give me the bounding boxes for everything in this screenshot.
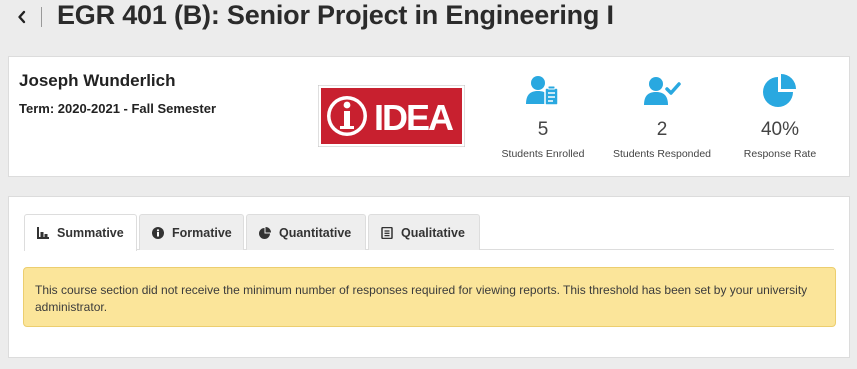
info-circle-icon xyxy=(152,226,164,239)
report-tabs: Summative Formative Quantitative Qualita… xyxy=(24,214,834,251)
back-button[interactable] xyxy=(12,6,32,28)
response-rate-value: 40% xyxy=(760,119,800,140)
document-icon xyxy=(381,226,393,239)
stat-response-rate: 40% Response Rate xyxy=(715,73,845,160)
idea-logo: IDEA xyxy=(318,85,465,147)
students-responded-icon xyxy=(644,77,681,105)
students-enrolled-icon xyxy=(526,76,559,106)
response-rate-pie-icon xyxy=(763,74,796,107)
tab-formative[interactable]: Formative xyxy=(139,214,244,250)
students-responded-label: Students Responded xyxy=(612,148,712,160)
course-info-card: Joseph Wunderlich Term: 2020-2021 - Fall… xyxy=(8,56,850,177)
students-enrolled-value: 5 xyxy=(537,119,549,140)
tab-summative[interactable]: Summative xyxy=(24,214,137,251)
tab-qualitative-label: Qualitative xyxy=(401,225,465,240)
stat-students-enrolled: 5 Students Enrolled xyxy=(478,73,608,160)
tab-qualitative[interactable]: Qualitative xyxy=(368,214,480,250)
tab-quantitative-label: Quantitative xyxy=(279,225,352,240)
students-responded-value: 2 xyxy=(656,119,668,140)
instructor-name: Joseph Wunderlich xyxy=(19,71,176,90)
idea-logo-text: IDEA xyxy=(374,97,454,138)
tab-formative-label: Formative xyxy=(172,225,232,240)
page-title: EGR 401 (B): Senior Project in Engineeri… xyxy=(57,0,614,30)
header-divider xyxy=(41,7,42,27)
bar-chart-icon xyxy=(37,227,49,239)
response-rate-label: Response Rate xyxy=(743,148,817,160)
pie-chart-icon xyxy=(259,226,271,239)
term-label: Term: 2020-2021 - Fall Semester xyxy=(19,101,217,116)
stat-students-responded: 2 Students Responded xyxy=(597,73,727,160)
chevron-left-icon[interactable] xyxy=(17,10,27,24)
report-card: Summative Formative Quantitative Qualita… xyxy=(8,196,850,358)
minimum-responses-alert: This course section did not receive the … xyxy=(23,267,836,327)
tab-quantitative[interactable]: Quantitative xyxy=(246,214,366,250)
tab-summative-label: Summative xyxy=(57,226,124,240)
page-header: EGR 401 (B): Senior Project in Engineeri… xyxy=(0,0,857,44)
students-enrolled-label: Students Enrolled xyxy=(501,148,585,160)
